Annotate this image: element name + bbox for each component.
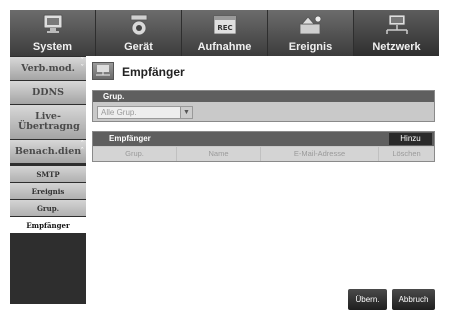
recipients-header-label: Empfänger [109, 134, 151, 143]
camera-icon [130, 14, 147, 36]
sidebar-item-live-transfer[interactable]: Live-Übertragng [10, 105, 86, 139]
sidebar-item-label: DDNS [31, 86, 65, 98]
tab-system[interactable]: System [10, 10, 95, 56]
sidebar-subitem-smtp[interactable]: SMTP [10, 166, 86, 182]
tab-recording[interactable]: REC Aufnahme [182, 10, 267, 56]
cancel-button[interactable]: Abbruch [392, 289, 435, 310]
sidebar-item-label: Verb.mod. [21, 62, 75, 74]
collapse-chevron-icon: ˇˇ [80, 57, 85, 72]
column-header-name: Name [177, 147, 261, 161]
tab-label: Aufnahme [197, 41, 252, 53]
group-section-header: Grup. [93, 91, 434, 102]
sidebar-item-connection-mode[interactable]: Verb.mod. ˇˇ [10, 57, 86, 80]
add-recipient-button[interactable]: Hinzu [389, 133, 432, 145]
tab-label: Netzwerk [372, 41, 421, 53]
recipients-header: Empfänger Hinzu [93, 132, 434, 146]
sidebar-subitem-label: Ereignis [31, 186, 65, 196]
rec-calendar-icon: REC [213, 15, 236, 35]
sidebar-item-label: Live-Übertragng [18, 111, 80, 132]
sidebar-subitem-event[interactable]: Ereignis [10, 183, 86, 199]
svg-text:REC: REC [217, 24, 232, 32]
column-header-delete: Löschen [379, 147, 434, 161]
apply-button[interactable]: Übern. [348, 289, 387, 310]
group-select[interactable]: Alle Grup. ▼ [97, 106, 193, 119]
sidebar-item-label: Benach.dien [14, 145, 82, 157]
sidebar-subitem-label: SMTP [36, 169, 60, 179]
sidebar-subitem-label: Empfänger [26, 220, 70, 230]
network-page-icon [92, 62, 114, 80]
network-icon [385, 14, 408, 34]
tab-label: System [32, 41, 73, 53]
chevron-down-icon[interactable]: ▼ [180, 107, 192, 118]
expand-chevron-icon: ˆˆ [80, 140, 85, 155]
recipients-table-header: Grup. Name E-Mail-Adresse Löschen [93, 147, 434, 161]
event-icon [299, 15, 321, 35]
sidebar-subitem-group[interactable]: Grup. [10, 200, 86, 216]
top-tab-bar: System Gerät REC Aufnahme Ereignis Netzw… [10, 10, 439, 56]
tab-label: Gerät [124, 41, 153, 53]
page-title: Empfänger [122, 65, 185, 79]
content-panel: Empfänger Grup. Alle Grup. ▼ Empfänger H… [86, 56, 439, 310]
recipients-section: Empfänger Hinzu Grup. Name E-Mail-Adress… [92, 131, 435, 162]
group-section: Grup. Alle Grup. ▼ [92, 90, 435, 122]
column-header-email: E-Mail-Adresse [261, 147, 379, 161]
app-window: System Gerät REC Aufnahme Ereignis Netzw… [10, 10, 439, 310]
sidebar-subitem-label: Grup. [36, 203, 60, 213]
tab-device[interactable]: Gerät [96, 10, 181, 56]
sidebar-item-ddns[interactable]: DDNS [10, 81, 86, 104]
sidebar: Verb.mod. ˇˇ DDNS Live-Übertragng Benach… [10, 57, 86, 304]
monitor-icon [43, 14, 62, 33]
tab-label: Ereignis [288, 41, 333, 53]
column-header-group: Grup. [93, 147, 177, 161]
sidebar-item-notification[interactable]: Benach.dien ˆˆ [10, 140, 86, 163]
tab-network[interactable]: Netzwerk [354, 10, 439, 56]
group-select-value: Alle Grup. [101, 108, 137, 117]
tab-event[interactable]: Ereignis [268, 10, 353, 56]
sidebar-subitem-recipient[interactable]: Empfänger [10, 217, 86, 233]
